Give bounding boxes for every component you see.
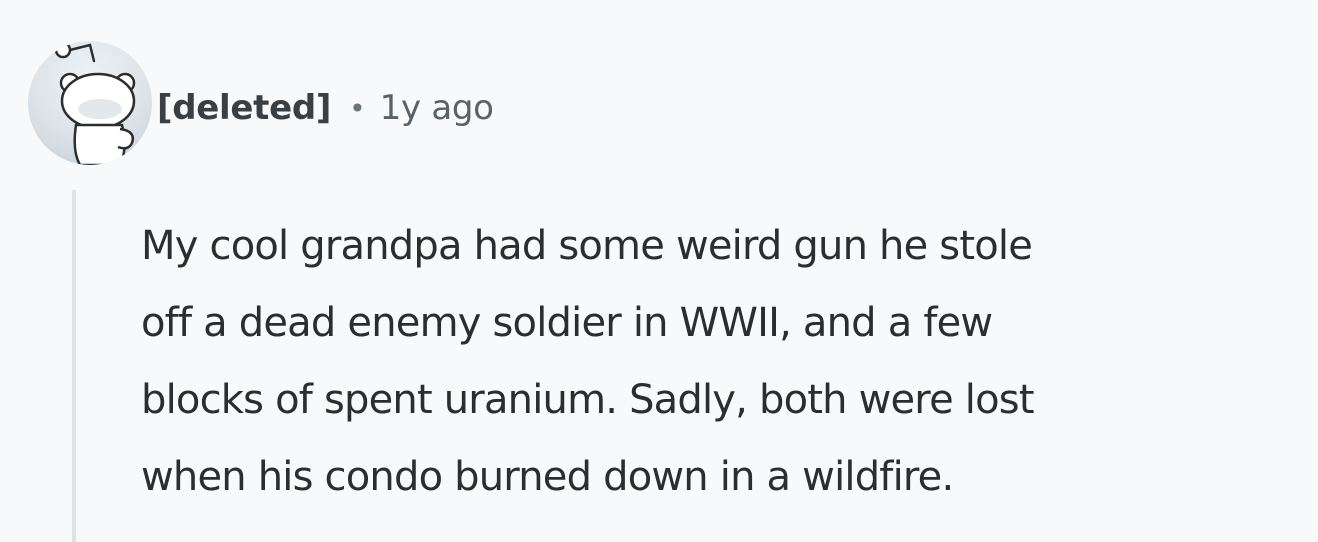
comment-body-line: My cool grandpa had some weird gun he st… — [141, 223, 1033, 269]
comment-body-line: when his condo burned down in a wildfire… — [141, 454, 954, 500]
comment-body: My cool grandpa had some weird gun he st… — [141, 208, 1311, 516]
comment: [deleted] • 1y ago My cool grandpa had s… — [0, 0, 1318, 542]
meta-separator: • — [349, 91, 366, 125]
comment-timestamp[interactable]: 1y ago — [380, 88, 494, 128]
snoo-avatar-icon — [54, 41, 136, 165]
thread-collapse-line[interactable] — [72, 190, 76, 542]
comment-meta: [deleted] • 1y ago — [157, 80, 494, 136]
avatar[interactable] — [28, 41, 152, 165]
author-username[interactable]: [deleted] — [157, 88, 331, 128]
comment-body-line: off a dead enemy soldier in WWII, and a … — [141, 300, 993, 346]
comment-body-line: blocks of spent uranium. Sadly, both wer… — [141, 377, 1035, 423]
